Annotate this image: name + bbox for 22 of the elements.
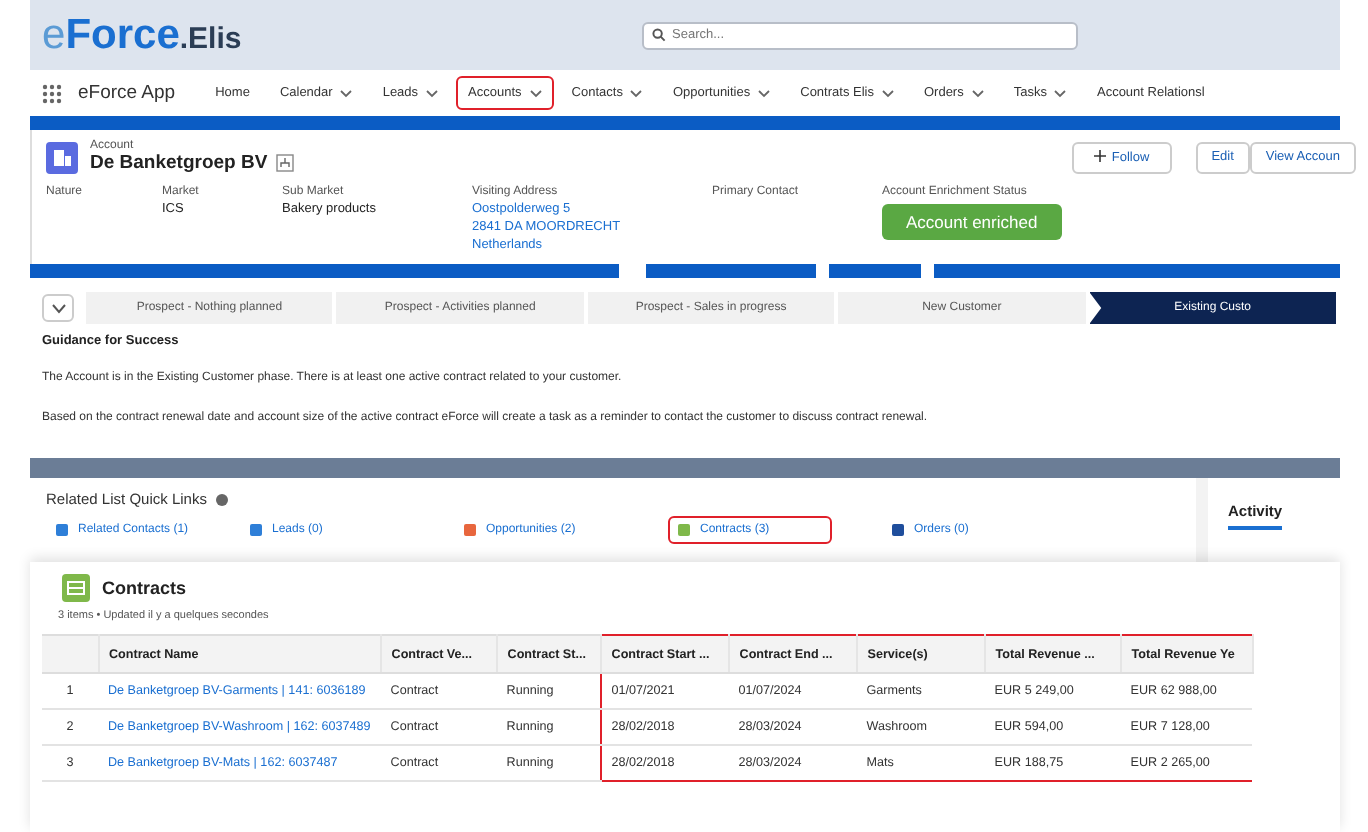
chevron-down-icon — [51, 303, 65, 313]
caret-icon[interactable] — [758, 89, 771, 97]
app-launcher-icon[interactable] — [42, 83, 62, 103]
collapse-button[interactable] — [42, 294, 74, 322]
contracts-title: Contracts — [102, 578, 187, 598]
caret-icon[interactable] — [426, 89, 439, 97]
account-name: De Banketgroep BV — [90, 152, 268, 174]
caret-icon[interactable] — [340, 89, 353, 97]
caret-icon[interactable] — [529, 89, 542, 97]
search-icon — [652, 28, 666, 42]
caret-icon[interactable] — [881, 89, 894, 97]
caret-icon[interactable] — [630, 89, 643, 97]
status-badge: Account enriched — [882, 204, 1062, 240]
info-icon — [216, 493, 229, 505]
account-icon — [46, 141, 78, 173]
contracts-icon — [62, 574, 90, 602]
caret-icon[interactable] — [971, 89, 984, 97]
caret-icon[interactable] — [1054, 89, 1067, 97]
logo: eForce.Elis — [42, 14, 244, 56]
app-name: eForce App — [78, 82, 176, 104]
plus-icon — [1093, 149, 1106, 162]
hierarchy-icon[interactable] — [275, 154, 294, 172]
